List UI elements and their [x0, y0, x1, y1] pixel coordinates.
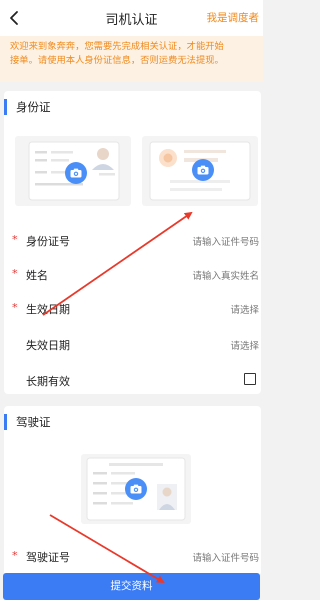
id-card-front-upload[interactable]	[15, 136, 131, 206]
id-number-input[interactable]: 请输入证件号码	[192, 234, 259, 248]
submit-button[interactable]: 提交资料	[3, 573, 260, 600]
name-label: 姓名	[26, 269, 48, 282]
required-star: *	[12, 267, 18, 280]
license-number-input[interactable]: 请输入证件号码	[192, 550, 259, 564]
required-star: *	[12, 233, 18, 246]
section-title-id-card: 身份证	[4, 99, 51, 115]
required-star: *	[12, 549, 18, 562]
required-star: *	[12, 301, 18, 314]
section-title-driver-license: 驾驶证	[4, 414, 51, 430]
effective-date-row[interactable]: * 生效日期 请选择	[4, 291, 261, 325]
name-input[interactable]: 请输入真实姓名	[192, 268, 259, 282]
effective-date-label: 生效日期	[26, 303, 70, 316]
nav-bar: 司机认证 我是调度者	[0, 0, 263, 36]
notice-line-2: 接单。请使用本人身份证信息，否则运费无法提现。	[10, 55, 224, 66]
effective-date-select[interactable]: 请选择	[230, 302, 259, 316]
license-number-label: 驾驶证号	[26, 551, 70, 564]
id-card-section: 身份证 * 身份证号 请输入证件号码 * 姓名 请输入真实姓名 * 生效日期 请…	[4, 91, 261, 394]
driver-license-upload[interactable]	[81, 454, 191, 524]
dispatcher-link[interactable]: 我是调度者	[207, 10, 260, 25]
driver-license-section: 驾驶证 * 驾驶证号 请输入证件号码	[4, 406, 261, 576]
name-row[interactable]: * 姓名 请输入真实姓名	[4, 257, 261, 291]
id-number-row[interactable]: * 身份证号 请输入证件号码	[4, 223, 261, 257]
notice-line-1: 欢迎来到象奔奔，您需要先完成相关认证，才能开始	[10, 41, 224, 52]
expiry-date-select[interactable]: 请选择	[230, 338, 259, 352]
notice-banner: 欢迎来到象奔奔，您需要先完成相关认证，才能开始 接单。请使用本人身份证信息，否则…	[0, 36, 263, 82]
expiry-date-row[interactable]: 失效日期 请选择	[4, 327, 261, 361]
long-term-valid-row[interactable]: 长期有效	[4, 363, 261, 397]
expiry-date-label: 失效日期	[26, 339, 70, 352]
long-term-valid-checkbox[interactable]	[244, 373, 256, 385]
camera-icon	[125, 478, 147, 500]
camera-icon	[65, 162, 87, 184]
id-number-label: 身份证号	[26, 235, 70, 248]
id-card-back-upload[interactable]	[142, 136, 258, 206]
long-term-valid-label: 长期有效	[26, 375, 70, 388]
license-number-row[interactable]: * 驾驶证号 请输入证件号码	[4, 539, 261, 573]
camera-icon	[192, 159, 214, 181]
